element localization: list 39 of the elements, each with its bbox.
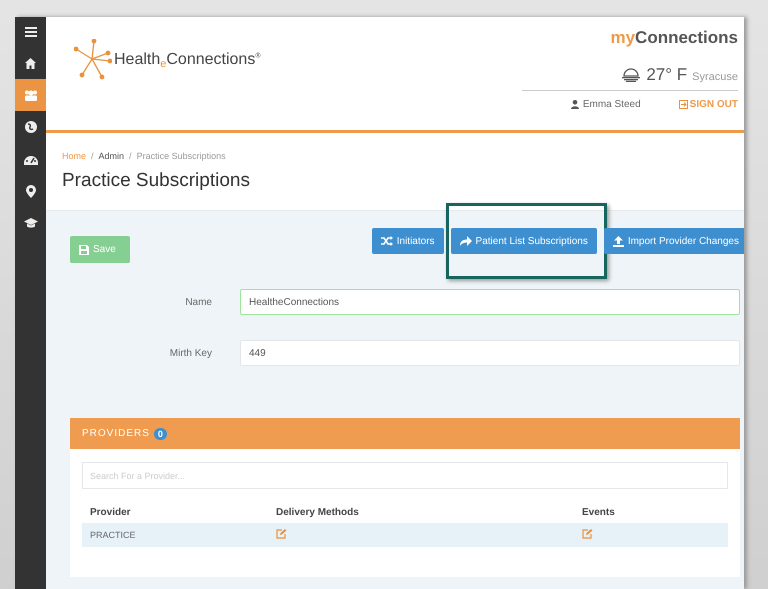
menu-icon xyxy=(24,27,36,37)
app-title: myConnections xyxy=(609,28,738,48)
breadcrumb-separator: / xyxy=(91,151,94,161)
group-icon xyxy=(24,90,38,100)
breadcrumb-item: Practice Subscriptions xyxy=(136,151,226,161)
user-name: Emma Steed xyxy=(582,99,641,110)
graduation-cap-icon xyxy=(24,218,38,228)
action-button[interactable]: Import Provider Changes xyxy=(604,228,744,254)
fog-cloud-icon xyxy=(621,68,642,82)
action-button[interactable]: Patient List Subscriptions xyxy=(450,228,597,254)
field-label: Mirth Key xyxy=(168,348,212,358)
action-button[interactable]: Initiators xyxy=(372,228,444,254)
sign-out-link[interactable]: SIGN OUT xyxy=(678,99,738,110)
globe-icon xyxy=(24,121,36,133)
upload-icon xyxy=(612,236,624,246)
star-logo-icon xyxy=(74,39,112,81)
text-field[interactable]: 449 xyxy=(240,340,740,366)
city-name: Syracuse xyxy=(692,71,738,83)
page-title: Practice Subscriptions xyxy=(62,170,251,192)
gauge-icon xyxy=(24,154,38,164)
user-icon xyxy=(570,100,579,109)
field-label: Name xyxy=(184,296,212,308)
share-arrow-icon xyxy=(460,236,472,246)
panel-title: PROVIDERS xyxy=(82,428,150,439)
logo-text: Health$_{e}$Connections$^{®}$ xyxy=(114,50,260,70)
breadcrumb-item: Admin xyxy=(98,151,124,161)
breadcrumb-separator: / xyxy=(129,151,132,161)
count-badge: 0 xyxy=(154,428,167,440)
home-icon xyxy=(25,58,36,68)
text-field[interactable]: HealtheConnections xyxy=(240,289,740,315)
column-header: Events xyxy=(574,507,728,523)
temperature: 27° F xyxy=(646,65,688,85)
breadcrumb-link[interactable]: Home xyxy=(62,151,86,161)
column-header: Provider xyxy=(82,507,268,523)
column-header: Delivery Methods xyxy=(268,507,574,523)
sign-out-icon xyxy=(678,100,688,109)
map-pin-icon xyxy=(26,184,36,198)
table-cell: PRACTICE xyxy=(82,523,268,547)
shuffle-icon xyxy=(380,236,393,246)
